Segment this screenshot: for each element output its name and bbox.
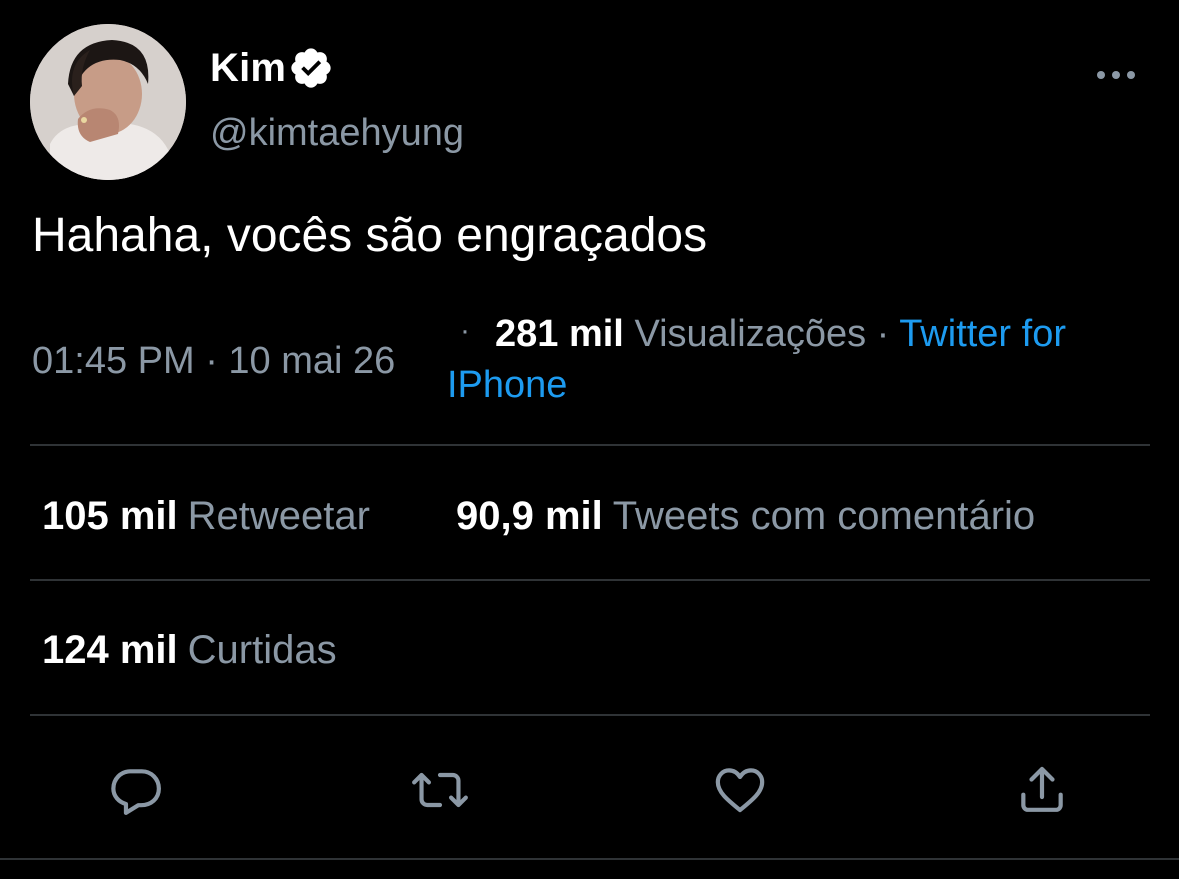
views-count-row[interactable]: 281 mil Visualizações · Twitter for [495, 313, 1066, 356]
avatar[interactable] [30, 24, 186, 180]
views-label: Visualizações [634, 313, 867, 355]
quote-tweets-stat[interactable]: 90,9 mil Tweets com comentário [456, 494, 1035, 539]
quotes-count: 90,9 mil [456, 494, 603, 538]
divider [30, 714, 1150, 716]
more-options-button[interactable] [1092, 60, 1140, 90]
tweet-meta: 01:45 PM · 10 mai 26 · 281 mil Visualiza… [32, 313, 1172, 408]
divider [30, 444, 1150, 446]
ellipsis-icon [1097, 71, 1135, 79]
retweets-label: Retweetar [187, 494, 370, 538]
retweets-count: 105 mil [42, 494, 178, 538]
retweet-icon [412, 772, 468, 808]
source-link-part2[interactable]: IPhone [447, 364, 567, 407]
reply-icon [111, 769, 161, 815]
like-button[interactable] [710, 760, 770, 820]
action-bar [0, 760, 1179, 820]
likes-stat[interactable]: 124 mil Curtidas [42, 628, 337, 673]
meta-separator: · [460, 314, 470, 347]
divider [30, 579, 1150, 581]
retweet-button[interactable] [410, 760, 470, 820]
quotes-label: Tweets com comentário [612, 494, 1036, 538]
reply-button[interactable] [106, 760, 166, 820]
retweets-stat[interactable]: 105 mil Retweetar [42, 494, 370, 539]
profile-photo-icon [30, 24, 186, 180]
source-link-part1[interactable]: Twitter for [899, 313, 1066, 355]
tweet-detail: Kim @kimtaehyung Hahaha, vocês são engra… [0, 0, 1179, 879]
tweet-text: Hahaha, vocês são engraçados [32, 209, 708, 262]
author-handle[interactable]: @kimtaehyung [210, 112, 464, 155]
author-name-row[interactable]: Kim [210, 44, 334, 92]
tweet-timestamp[interactable]: 01:45 PM · 10 mai 26 [32, 340, 395, 383]
views-count: 281 mil [495, 313, 624, 355]
share-icon [1021, 766, 1063, 812]
share-button[interactable] [1012, 760, 1072, 820]
author-display-name[interactable]: Kim [210, 46, 286, 91]
bottom-divider [0, 858, 1179, 860]
likes-count: 124 mil [42, 628, 178, 672]
verified-badge-icon [288, 45, 334, 91]
meta-separator-2: · [876, 313, 890, 355]
likes-label: Curtidas [187, 628, 337, 672]
heart-icon [715, 768, 765, 813]
